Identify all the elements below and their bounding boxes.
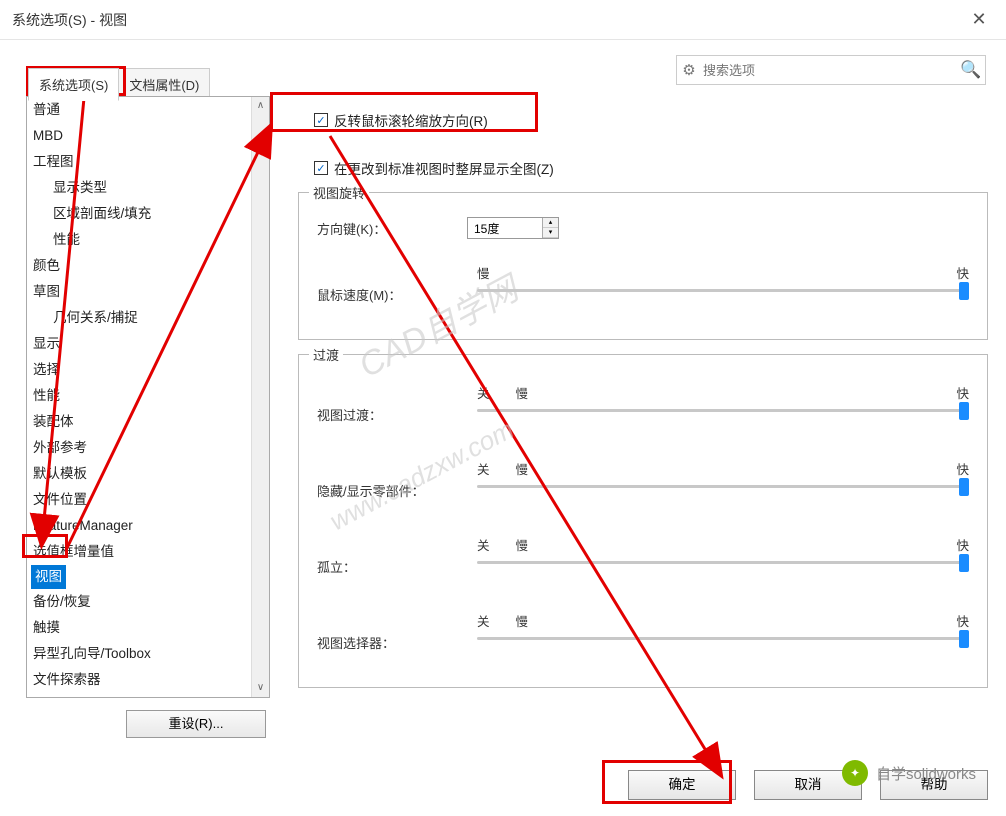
search-box[interactable]: ⚙ 🔍: [676, 55, 986, 85]
scroll-up-icon[interactable]: ∧: [252, 97, 269, 115]
mouse-speed-label: 鼠标速度(M)：: [317, 285, 467, 304]
tree-item[interactable]: 选择: [27, 357, 251, 383]
spinner-down-icon[interactable]: ▾: [543, 228, 558, 238]
tab-system-options[interactable]: 系统选项(S): [28, 68, 119, 101]
group-transition: 过渡 视图过渡： 关慢快 隐藏/显示零部件： 关慢快 孤立： 关慢快: [298, 354, 988, 688]
tree-item[interactable]: 性能: [27, 383, 251, 409]
view-selector-slider[interactable]: 关慢快: [477, 627, 969, 657]
tree-item[interactable]: 工程图: [27, 149, 251, 175]
tree-item[interactable]: 文件位置: [27, 487, 251, 513]
tree-item[interactable]: MBD: [27, 123, 251, 149]
tree-item[interactable]: FeatureManager: [27, 513, 251, 539]
window-title: 系统选项(S) - 视图: [12, 10, 964, 30]
close-icon[interactable]: ✕: [964, 9, 994, 30]
tree-item[interactable]: 草图: [27, 279, 251, 305]
tree-item[interactable]: 备份/恢复: [27, 589, 251, 615]
scrollbar[interactable]: ∧ ∨: [251, 97, 269, 697]
view-transition-slider[interactable]: 关慢快: [477, 399, 969, 429]
group-view-rotation-title: 视图旋转: [309, 183, 369, 202]
checkbox-zoom-fit-label: 在更改到标准视图时整屏显示全图(Z): [334, 158, 554, 178]
view-selector-label: 视图选择器：: [317, 633, 467, 652]
tree-item[interactable]: 触摸: [27, 615, 251, 641]
tree-item[interactable]: 装配体: [27, 409, 251, 435]
mouse-speed-slider[interactable]: 慢快: [477, 279, 969, 309]
isolate-label: 孤立：: [317, 557, 467, 576]
tree-item[interactable]: 显示类型: [27, 175, 251, 201]
tree-item-selected[interactable]: 视图: [31, 565, 66, 589]
checkbox-reverse-wheel[interactable]: ✓: [314, 113, 328, 127]
tree-item[interactable]: 外部参考: [27, 435, 251, 461]
tree-item[interactable]: 区域剖面线/填充: [27, 201, 251, 227]
search-input[interactable]: [701, 57, 957, 83]
gear-icon: ⚙: [677, 61, 701, 79]
arrow-key-label: 方向键(K)：: [317, 219, 467, 238]
options-tree-panel: 普通MBD工程图显示类型区域剖面线/填充性能颜色草图几何关系/捕捉显示选择性能装…: [26, 96, 270, 698]
tree-item[interactable]: 显示: [27, 331, 251, 357]
hide-show-slider[interactable]: 关慢快: [477, 475, 969, 505]
tree-item[interactable]: 异型孔向导/Toolbox: [27, 641, 251, 667]
arrow-key-spinner[interactable]: 15度 ▴ ▾: [467, 217, 559, 239]
view-transition-label: 视图过渡：: [317, 405, 467, 424]
tree-item[interactable]: 默认模板: [27, 461, 251, 487]
ok-button[interactable]: 确定: [628, 770, 736, 800]
tree-item[interactable]: 搜索: [27, 693, 251, 698]
arrow-key-value: 15度: [468, 220, 542, 237]
checkbox-zoom-fit[interactable]: ✓: [314, 161, 328, 175]
scroll-down-icon[interactable]: ∨: [252, 679, 269, 697]
search-icon[interactable]: 🔍: [957, 60, 985, 80]
group-view-rotation: 视图旋转 方向键(K)： 15度 ▴ ▾ 鼠标速度(M)： 慢快: [298, 192, 988, 340]
tree-item[interactable]: 文件探索器: [27, 667, 251, 693]
isolate-slider[interactable]: 关慢快: [477, 551, 969, 581]
tree-item[interactable]: 几何关系/捕捉: [27, 305, 251, 331]
tree-item[interactable]: 性能: [27, 227, 251, 253]
checkbox-reverse-wheel-label: 反转鼠标滚轮缩放方向(R): [334, 110, 488, 130]
wechat-watermark: ✦ 自学solidworks: [842, 760, 976, 786]
group-transition-title: 过渡: [309, 345, 343, 364]
tree-item[interactable]: 颜色: [27, 253, 251, 279]
spinner-up-icon[interactable]: ▴: [543, 218, 558, 228]
hide-show-label: 隐藏/显示零部件：: [317, 481, 467, 500]
wechat-icon: ✦: [842, 760, 868, 786]
tree-item[interactable]: 选值框增量值: [27, 539, 251, 565]
reset-button[interactable]: 重设(R)...: [126, 710, 266, 738]
